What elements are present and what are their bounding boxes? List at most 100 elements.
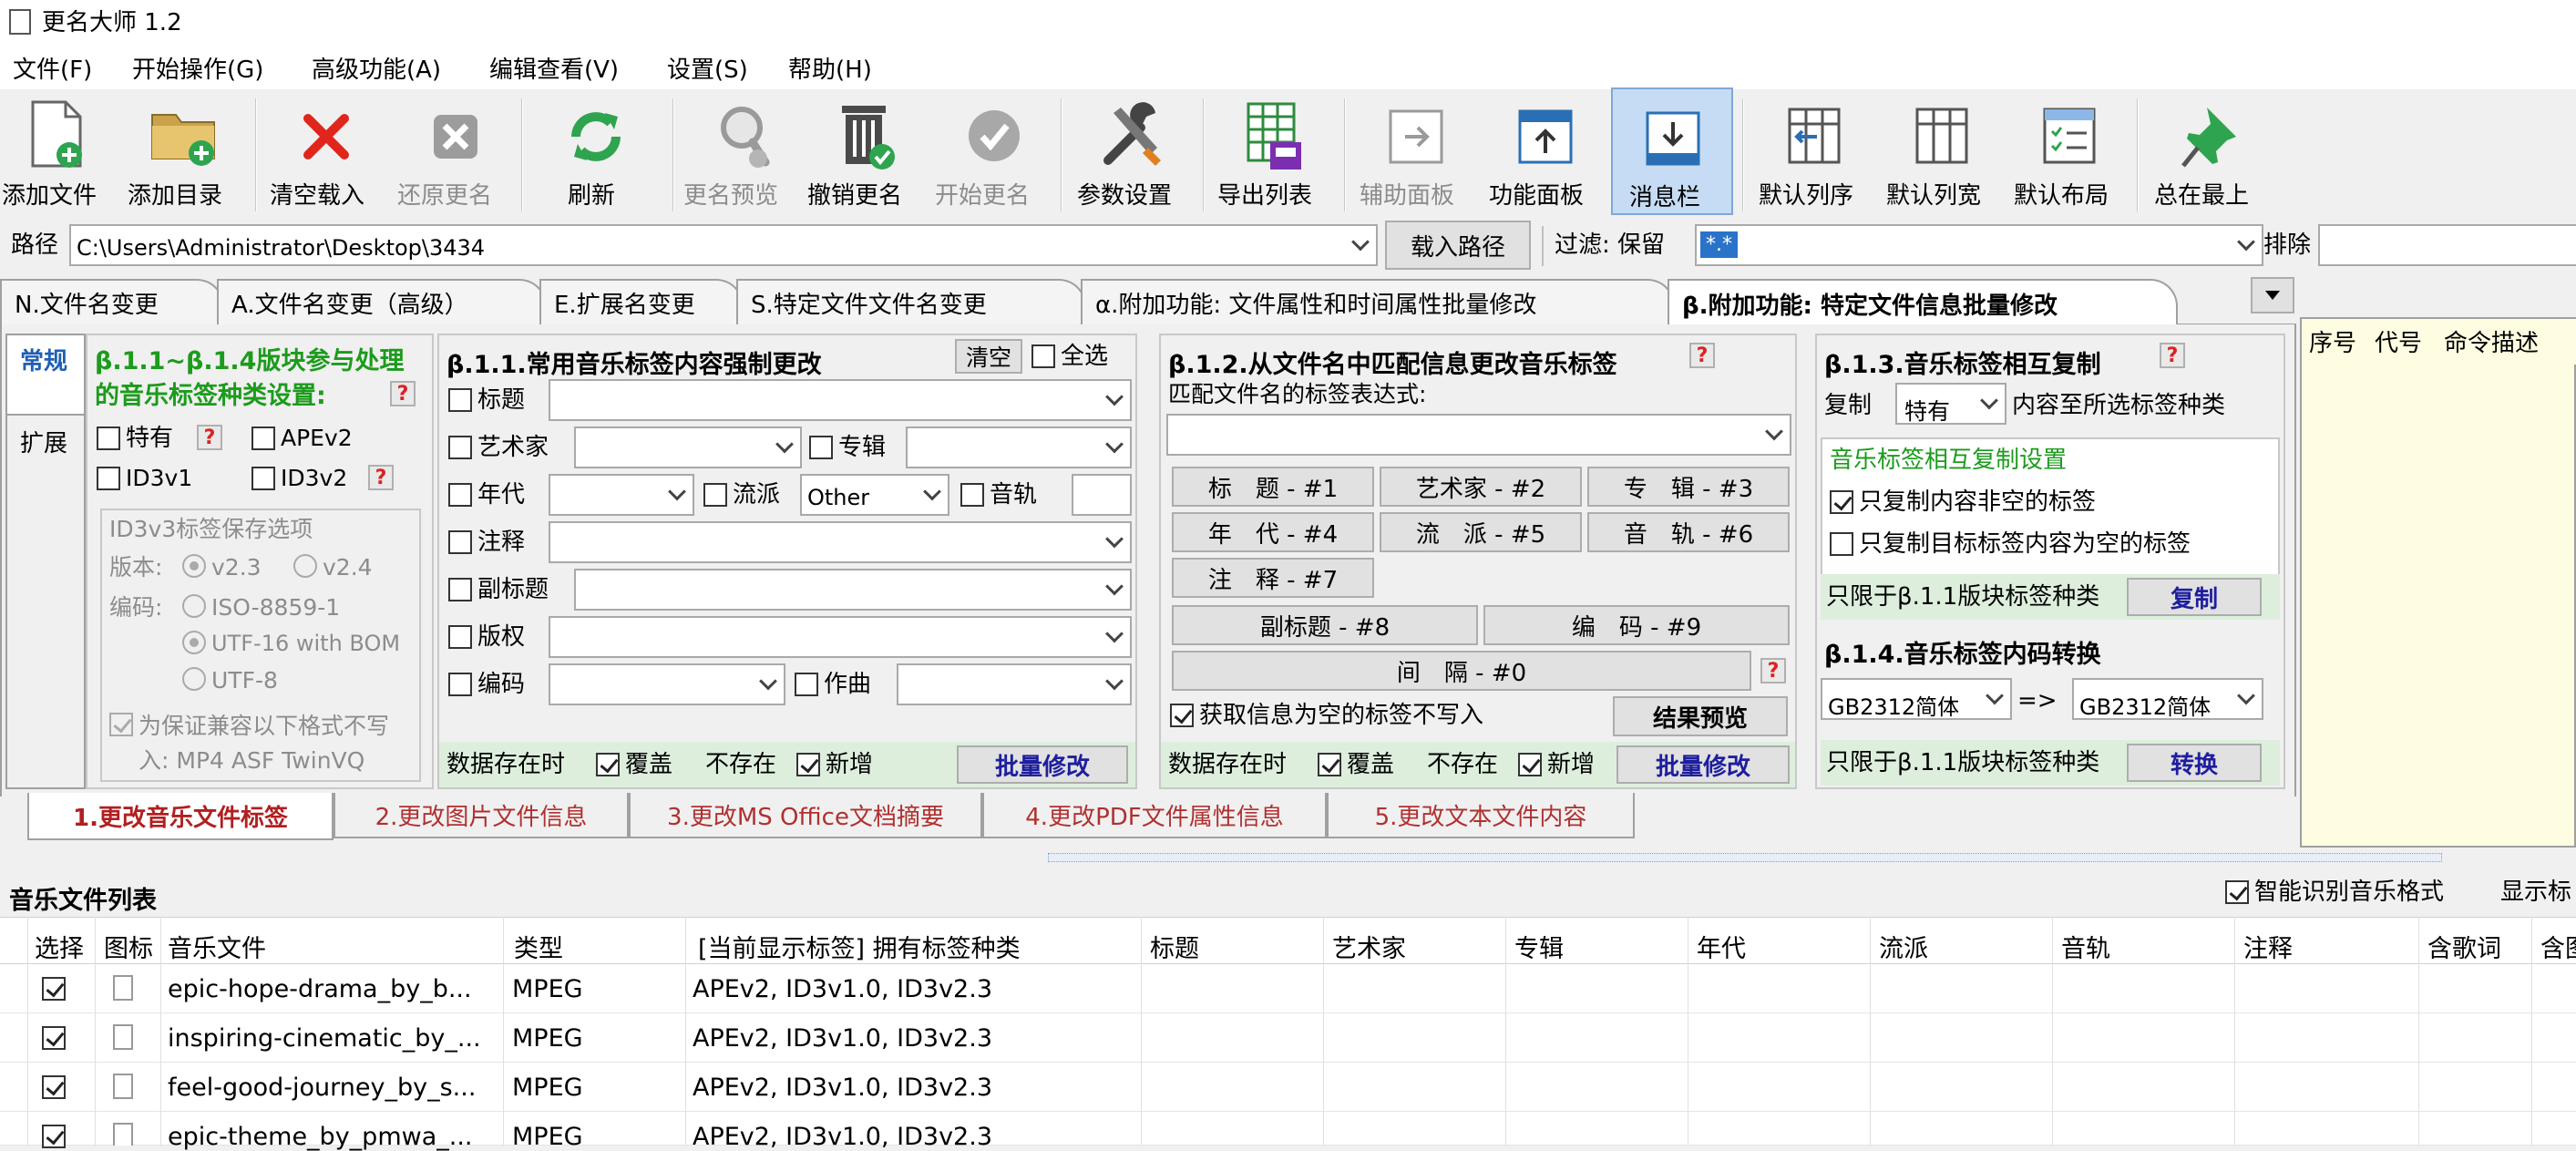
restore-rename-button[interactable]: 还原更名 xyxy=(392,87,515,215)
col-album[interactable]: 专辑 xyxy=(1514,929,1564,964)
batch-modify-button[interactable]: 批量修改 xyxy=(957,745,1128,784)
copyright-combo[interactable] xyxy=(549,616,1132,658)
token-encoding-button[interactable]: 编 码 - #9 xyxy=(1483,605,1790,645)
table-row[interactable]: feel-good-journey_by_s... MPEG APEv2, ID… xyxy=(0,1063,2576,1112)
tab-text-content[interactable]: 5.更改文本文件内容 xyxy=(1327,793,1635,838)
convert-from-combo[interactable]: GB2312简体 xyxy=(1821,678,2012,720)
token-title-button[interactable]: 标 题 - #1 xyxy=(1172,467,1374,507)
apev2-checkbox[interactable] xyxy=(251,426,275,450)
encoding-combo[interactable] xyxy=(549,663,785,705)
token-album-button[interactable]: 专 辑 - #3 xyxy=(1587,467,1790,507)
genre-combo[interactable]: Other xyxy=(800,474,949,516)
menu-file[interactable]: 文件(F) xyxy=(13,58,92,82)
params-button[interactable]: 参数设置 xyxy=(1072,87,1195,215)
copy-source-combo[interactable]: 特有 xyxy=(1895,383,2006,425)
col-image[interactable]: 含图 xyxy=(2540,929,2576,964)
enc-iso-radio[interactable] xyxy=(182,594,206,618)
composer-combo[interactable] xyxy=(897,663,1132,705)
overwrite-checkbox[interactable] xyxy=(1318,753,1341,776)
copy-button[interactable]: 复制 xyxy=(2127,578,2262,616)
genre-checkbox[interactable] xyxy=(703,483,727,507)
col-track[interactable]: 音轨 xyxy=(2061,929,2110,964)
subtitle-checkbox[interactable] xyxy=(448,578,472,601)
table-row[interactable]: inspiring-cinematic_by_... MPEG APEv2, I… xyxy=(0,1013,2576,1063)
menu-advanced[interactable]: 高级功能(A) xyxy=(312,58,441,82)
year-combo[interactable] xyxy=(549,474,694,516)
tab-image-info[interactable]: 2.更改图片文件信息 xyxy=(334,793,629,838)
always-top-button[interactable]: 总在最上 xyxy=(2147,87,2270,215)
col-year[interactable]: 年代 xyxy=(1697,929,1746,964)
rename-preview-button[interactable]: 更名预览 xyxy=(682,87,800,215)
add-file-button[interactable]: 添加文件 xyxy=(0,87,118,215)
start-rename-button[interactable]: 开始更名 xyxy=(929,87,1052,215)
tab-dropdown-button[interactable] xyxy=(2251,277,2294,313)
title-combo[interactable] xyxy=(549,379,1132,421)
side-tab-ext[interactable]: 扩展 xyxy=(5,416,86,789)
side-tab-normal[interactable]: 常规 xyxy=(5,334,86,416)
encoding-checkbox[interactable] xyxy=(448,673,472,696)
token-comment-button[interactable]: 注 释 - #7 xyxy=(1172,558,1374,598)
tab-filename-advanced[interactable]: A.文件名变更（高级） xyxy=(217,279,547,324)
enc-utf16-radio[interactable] xyxy=(182,631,206,654)
title-checkbox[interactable] xyxy=(448,388,472,412)
tab-pdf-attributes[interactable]: 4.更改PDF文件属性信息 xyxy=(982,793,1327,838)
convert-to-combo[interactable]: GB2312简体 xyxy=(2072,678,2263,720)
default-col-order-button[interactable]: 默认列序 xyxy=(1751,87,1874,215)
token-subtitle-button[interactable]: 副标题 - #8 xyxy=(1172,605,1478,645)
col-tag-kinds[interactable]: [当前显示标签] 拥有标签种类 xyxy=(698,929,1021,964)
enc-utf8-radio[interactable] xyxy=(182,667,206,691)
col-artist[interactable]: 艺术家 xyxy=(1332,929,1406,964)
row-select-checkbox[interactable] xyxy=(42,1075,66,1099)
artist-checkbox[interactable] xyxy=(448,436,472,459)
path-combo[interactable]: C:\Users\Administrator\Desktop\3434 xyxy=(69,224,1378,266)
track-input[interactable] xyxy=(1072,474,1132,516)
col-type[interactable]: 类型 xyxy=(514,929,563,964)
album-combo[interactable] xyxy=(906,426,1132,468)
table-row[interactable]: epic-theme_by_pmwa_... MPEG APEv2, ID3v1… xyxy=(0,1112,2576,1151)
exclude-input[interactable] xyxy=(2318,224,2576,266)
special-checkbox[interactable] xyxy=(97,426,120,450)
row-select-checkbox[interactable] xyxy=(42,1026,66,1050)
col-genre[interactable]: 流派 xyxy=(1879,929,1928,964)
undo-rename-button[interactable]: 撤销更名 xyxy=(806,87,924,215)
year-checkbox[interactable] xyxy=(448,483,472,507)
add-new-checkbox[interactable] xyxy=(1518,753,1542,776)
comment-combo[interactable] xyxy=(549,521,1132,563)
row-select-checkbox[interactable] xyxy=(42,1125,66,1148)
copyright-checkbox[interactable] xyxy=(448,625,472,649)
subtitle-combo[interactable] xyxy=(574,569,1132,611)
id3v1-checkbox[interactable] xyxy=(97,467,120,490)
artist-combo[interactable] xyxy=(574,426,802,468)
tab-extension-change[interactable]: E.扩展名变更 xyxy=(539,279,744,324)
help-icon[interactable]: ? xyxy=(197,425,222,450)
col-select[interactable]: 选择 xyxy=(35,929,84,964)
skip-empty-checkbox[interactable] xyxy=(1170,704,1194,727)
filter-combo[interactable]: *.* xyxy=(1695,224,2263,266)
select-all-checkbox[interactable] xyxy=(1031,344,1055,368)
tab-specific-info[interactable]: β.附加功能: 特定文件信息批量修改 xyxy=(1668,279,2178,326)
smart-detect-checkbox[interactable] xyxy=(2225,880,2249,904)
menu-help[interactable]: 帮助(H) xyxy=(788,58,872,82)
id3v2-checkbox[interactable] xyxy=(251,467,275,490)
help-icon[interactable]: ? xyxy=(1760,658,1786,683)
add-directory-button[interactable]: 添加目录 xyxy=(126,87,244,215)
col-comment[interactable]: 注释 xyxy=(2243,929,2293,964)
col-title[interactable]: 标题 xyxy=(1150,929,1199,964)
clear-button[interactable]: 清空 xyxy=(955,339,1022,374)
refresh-button[interactable]: 刷新 xyxy=(533,87,656,215)
convert-button[interactable]: 转换 xyxy=(2127,744,2262,782)
copy-nonempty-checkbox[interactable] xyxy=(1830,490,1853,514)
msg-bar-button[interactable]: 消息栏 xyxy=(1611,87,1733,215)
token-year-button[interactable]: 年 代 - #4 xyxy=(1172,512,1374,552)
track-checkbox[interactable] xyxy=(960,483,984,507)
token-track-button[interactable]: 音 轨 - #6 xyxy=(1587,512,1790,552)
copy-target-empty-checkbox[interactable] xyxy=(1830,532,1853,556)
v23-radio[interactable] xyxy=(182,554,206,578)
default-layout-button[interactable]: 默认布局 xyxy=(2006,87,2130,215)
album-checkbox[interactable] xyxy=(809,436,833,459)
help-icon[interactable]: ? xyxy=(390,381,416,406)
help-icon[interactable]: ? xyxy=(1689,343,1715,368)
expr-combo[interactable] xyxy=(1166,414,1791,456)
load-path-button[interactable]: 载入路径 xyxy=(1385,221,1531,270)
tab-filename-change[interactable]: N.文件名变更 xyxy=(0,279,224,324)
